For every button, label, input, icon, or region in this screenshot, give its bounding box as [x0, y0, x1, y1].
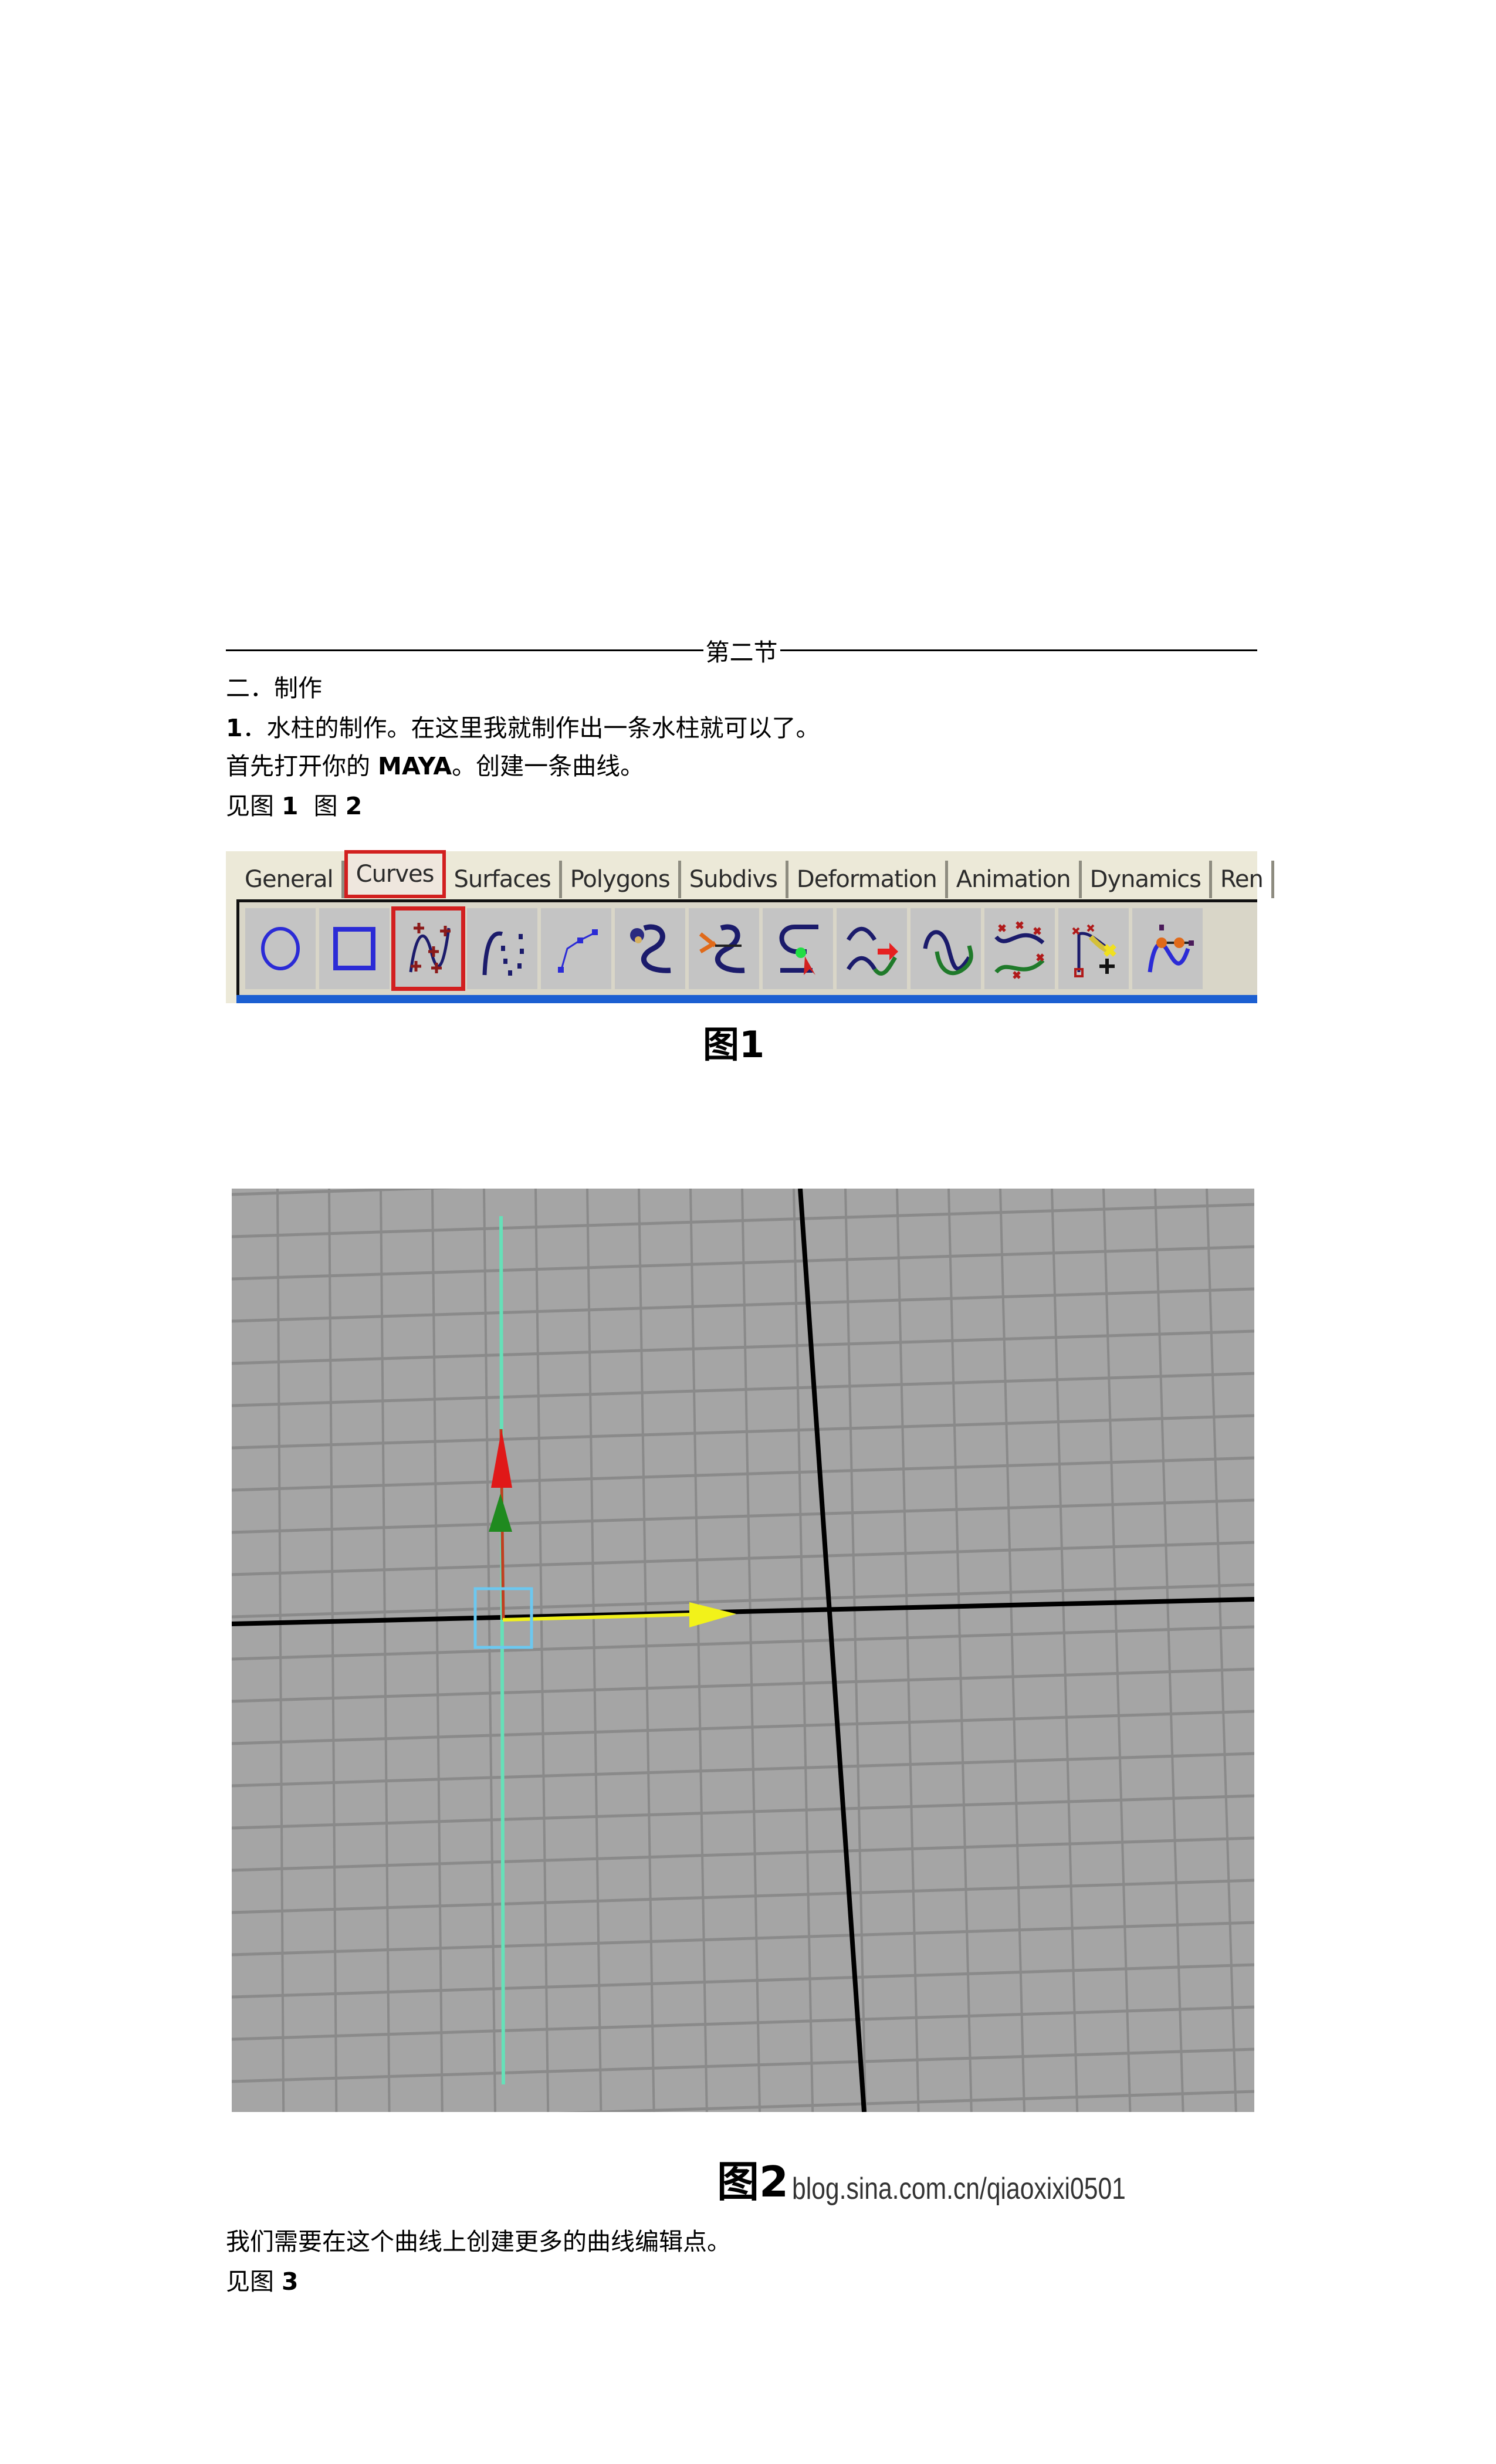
- grid-line-vertical: [741, 1189, 761, 2112]
- ep-curve-tool-icon[interactable]: [467, 908, 537, 989]
- pencil-curve-tool-icon[interactable]: [541, 908, 611, 989]
- step-text: ．水柱的制作。在这里我就制作出一条水柱就可以了。: [242, 714, 820, 742]
- figure-2-caption: 图2 blog.sina.com.cn/qiaoxixi0501: [717, 2147, 1199, 2209]
- grid-line-horizontal: [232, 1963, 1254, 1999]
- grid-line-horizontal: [232, 2047, 1254, 2083]
- step-number: 1: [226, 714, 243, 742]
- grid-line-vertical: [638, 1189, 655, 2112]
- tab-surfaces[interactable]: Surfaces: [446, 861, 562, 898]
- tab-dynamics[interactable]: Dynamics: [1082, 861, 1212, 898]
- grid-line-vertical: [276, 1189, 285, 2112]
- section-title: 第二节: [705, 638, 778, 666]
- manipulator-x-arrow: [689, 1602, 736, 1627]
- intro-before: 首先打开你的: [226, 752, 378, 780]
- shelf-tabs: General Curves Surfaces Polygons Subdivs Defo…: [226, 850, 1274, 898]
- grid-line-vertical: [1102, 1189, 1132, 2112]
- fig1-ref: 1: [282, 792, 299, 820]
- grid-line-horizontal: [232, 1879, 1254, 1914]
- intro-after: 。创建一条曲线。: [452, 752, 645, 780]
- divider-rule-left: [226, 649, 703, 651]
- offset-curve-icon[interactable]: [911, 908, 981, 989]
- extend-curve-icon[interactable]: [837, 908, 907, 989]
- grid-line-vertical: [896, 1189, 920, 2112]
- watermark: blog.sina.com.cn/qiaoxixi0501: [792, 2172, 1126, 2206]
- grid-line-vertical: [1051, 1189, 1079, 2112]
- grid-line-horizontal: [232, 1794, 1254, 1830]
- window-border: [236, 995, 1257, 1003]
- see-figure-3-line: 见图 3: [226, 2264, 299, 2299]
- tab-deformation[interactable]: Deformation: [788, 861, 948, 898]
- shelf-icons: [245, 906, 1203, 991]
- tab-subdivs[interactable]: Subdivs: [681, 861, 788, 898]
- nurbs-circle-icon[interactable]: [245, 908, 316, 989]
- maya-label: MAYA: [378, 752, 452, 780]
- curve-editing-tool-icon[interactable]: [1132, 908, 1203, 989]
- tab-polygons[interactable]: Polygons: [562, 861, 681, 898]
- tab-animation[interactable]: Animation: [948, 861, 1082, 898]
- rebuild-curve-icon[interactable]: [984, 908, 1055, 989]
- heading: 二．制作: [226, 674, 322, 702]
- grid-line-horizontal: [232, 1329, 1254, 1365]
- followup-text: 我们需要在这个曲线上创建更多的曲线编辑点。: [226, 2228, 731, 2256]
- see-prefix: 见图: [226, 792, 282, 820]
- intro-line: 首先打开你的 MAYA。创建一条曲线。: [226, 749, 644, 784]
- figure-2-label: 图2: [717, 2157, 789, 2206]
- grid-line-horizontal: [232, 1498, 1254, 1534]
- maya-shelf-screenshot: General Curves Surfaces Polygons Subdivs Defo…: [226, 850, 1274, 1003]
- grid-line-horizontal: [232, 1836, 1254, 1872]
- fig2-ref: 2: [345, 792, 363, 820]
- viewport-canvas: [232, 1189, 1254, 2112]
- grid-line-vertical: [586, 1189, 603, 2112]
- step-1: 1．水柱的制作。在这里我就制作出一条水柱就可以了。: [226, 710, 820, 746]
- nurbs-curve: [499, 1216, 505, 2085]
- grid-line-horizontal: [232, 1456, 1254, 1492]
- tab-curves[interactable]: Curves: [344, 850, 446, 898]
- detach-curves-icon[interactable]: [689, 908, 759, 989]
- section-divider: 第二节: [226, 632, 1257, 668]
- grid-line-vertical: [431, 1189, 444, 2112]
- grid-line-vertical: [1154, 1189, 1184, 2112]
- fig3-ref: 3: [282, 2267, 299, 2296]
- grid-line-horizontal: [557, 2090, 1254, 2112]
- grid-line-vertical: [689, 1189, 708, 2112]
- add-points-tool-icon[interactable]: [1058, 908, 1129, 989]
- tab-ren[interactable]: Ren: [1212, 861, 1274, 898]
- insert-knot-icon[interactable]: [763, 908, 833, 989]
- grid-line-horizontal: [232, 1921, 1254, 1957]
- grid-line-vertical: [328, 1189, 338, 2112]
- maya-viewport[interactable]: [232, 1189, 1254, 2112]
- grid-line-vertical: [380, 1189, 391, 2112]
- see-prefix: 见图: [226, 2267, 282, 2296]
- see-figures-line: 见图 1 图 2: [226, 788, 362, 824]
- cv-curve-tool-icon[interactable]: [391, 906, 465, 991]
- attach-curves-icon[interactable]: [615, 908, 685, 989]
- nurbs-square-icon[interactable]: [319, 908, 390, 989]
- manipulator-z-arrow: [489, 1494, 512, 1532]
- curves-shelf: [236, 899, 1257, 998]
- figure-1-caption: 图1: [703, 1023, 765, 1066]
- divider-rule-right: [780, 649, 1257, 651]
- grid-line-vertical: [1206, 1189, 1237, 2112]
- tab-general[interactable]: General: [236, 861, 344, 898]
- grid-line-horizontal: [232, 2005, 1254, 2041]
- grid-line-horizontal: [232, 1372, 1254, 1407]
- see-mid: 图: [298, 792, 346, 820]
- grid-line-horizontal: [232, 1414, 1254, 1450]
